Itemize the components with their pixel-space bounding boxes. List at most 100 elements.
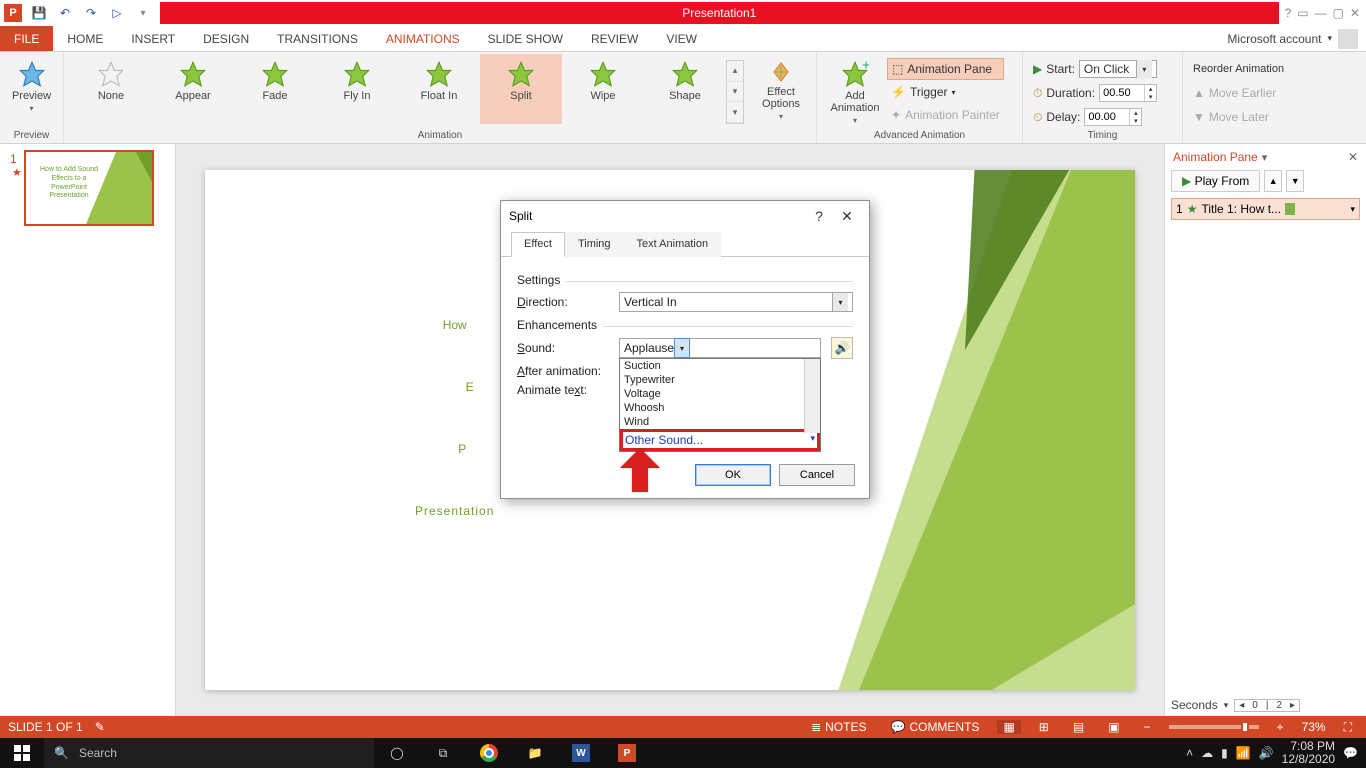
add-animation-button[interactable]: + Add Animation▾	[823, 54, 887, 125]
animation-pane-toggle[interactable]: ⬚Animation Pane	[887, 58, 1004, 80]
pin-icon[interactable]: ▾	[1258, 151, 1268, 164]
tab-home[interactable]: HOME	[53, 26, 117, 51]
tab-timing[interactable]: Timing	[565, 232, 624, 257]
powerpoint-icon[interactable]: P	[604, 744, 650, 762]
battery-icon[interactable]: ▮	[1221, 746, 1228, 760]
ok-button[interactable]: OK	[695, 464, 771, 486]
sound-option[interactable]: Whoosh	[620, 401, 820, 415]
tray-chevron-icon[interactable]: ˄	[1186, 746, 1193, 760]
task-view-icon[interactable]: ⧉	[420, 746, 466, 761]
tab-file[interactable]: FILE	[0, 26, 53, 51]
tab-slideshow[interactable]: SLIDE SHOW	[474, 26, 577, 51]
chrome-icon[interactable]	[466, 744, 512, 762]
taskbar-search[interactable]: 🔍Search	[44, 738, 374, 768]
help-icon[interactable]: ?	[805, 208, 833, 224]
star-icon: ★	[1187, 202, 1198, 216]
slideshow-start-icon[interactable]: ▷	[106, 3, 128, 23]
move-up-button[interactable]: ▲	[1264, 170, 1282, 192]
dialog-footer: OK Cancel	[501, 454, 869, 498]
reading-view-icon[interactable]: ▤	[1067, 720, 1090, 734]
gallery-scroll[interactable]: ▴▾▾	[726, 60, 744, 124]
sound-label: Sound:	[517, 341, 609, 355]
zoom-out-icon[interactable]: −	[1138, 720, 1157, 734]
preview-button[interactable]: Preview ▾	[6, 54, 57, 113]
play-from-button[interactable]: ▶ Play From	[1171, 170, 1260, 192]
qat-customize-icon[interactable]: ▾	[132, 3, 154, 23]
effect-none[interactable]: None	[70, 54, 152, 124]
tab-design[interactable]: DESIGN	[189, 26, 263, 51]
tab-transitions[interactable]: TRANSITIONS	[263, 26, 372, 51]
avatar	[1338, 29, 1358, 49]
effect-fade[interactable]: Fade	[234, 54, 316, 124]
sorter-view-icon[interactable]: ⊞	[1033, 720, 1055, 734]
dialog-titlebar[interactable]: Split ? ✕	[501, 201, 869, 231]
play-icon: ▶	[1033, 62, 1042, 76]
duration-spinner[interactable]: ▴▾	[1099, 84, 1157, 102]
effect-wipe[interactable]: Wipe	[562, 54, 644, 124]
tab-animations[interactable]: ANIMATIONS	[372, 26, 474, 51]
tab-text-animation[interactable]: Text Animation	[624, 232, 722, 257]
spellcheck-icon[interactable]: ✎	[95, 720, 105, 734]
timeline-pager[interactable]: ◂0|2▸	[1234, 699, 1300, 712]
sound-dropdown[interactable]: Applause▾	[619, 338, 821, 358]
start-button[interactable]	[0, 745, 44, 761]
onedrive-icon[interactable]: ☁	[1201, 746, 1213, 760]
effect-shape[interactable]: Shape	[644, 54, 726, 124]
undo-icon[interactable]: ↶	[54, 3, 76, 23]
redo-icon[interactable]: ↷	[80, 3, 102, 23]
effect-float-in[interactable]: Float In	[398, 54, 480, 124]
wifi-icon[interactable]: 📶	[1236, 746, 1251, 760]
notes-button[interactable]: ≣ NOTES	[805, 720, 872, 734]
effect-options-button[interactable]: Effect Options ▾	[752, 54, 810, 121]
tab-effect[interactable]: Effect	[511, 232, 565, 257]
effect-split[interactable]: Split	[480, 54, 562, 124]
ribbon: Preview ▾ Preview None Appear Fade Fly I…	[0, 52, 1366, 144]
sound-option[interactable]: Suction	[620, 359, 820, 373]
fit-to-window-icon[interactable]: ⛶	[1338, 720, 1358, 735]
trigger-menu[interactable]: ⚡Trigger ▾	[887, 81, 1004, 103]
effect-fly-in[interactable]: Fly In	[316, 54, 398, 124]
close-pane-icon[interactable]: ✕	[1342, 150, 1358, 164]
account-menu[interactable]: Microsoft account ▾	[1219, 26, 1366, 51]
cancel-button[interactable]: Cancel	[779, 464, 855, 486]
clock[interactable]: 7:08 PM12/8/2020	[1282, 740, 1335, 766]
help-icon[interactable]: ?	[1285, 6, 1292, 20]
action-center-icon[interactable]: 💬	[1343, 746, 1358, 760]
start-dropdown[interactable]: On Click▾	[1079, 60, 1157, 78]
explorer-icon[interactable]: 📁	[512, 746, 558, 760]
maximize-icon[interactable]: ▢	[1333, 6, 1344, 20]
zoom-percent[interactable]: 73%	[1302, 720, 1326, 734]
sound-option[interactable]: Wind	[620, 415, 820, 429]
search-icon: 🔍	[54, 746, 69, 760]
zoom-in-icon[interactable]: +	[1271, 720, 1290, 734]
normal-view-icon[interactable]: ▦	[997, 720, 1020, 734]
callout-arrow-icon	[620, 448, 660, 492]
tab-review[interactable]: REVIEW	[577, 26, 652, 51]
comments-button[interactable]: 💬 COMMENTS	[884, 720, 985, 734]
dialog-close-icon[interactable]: ✕	[833, 208, 861, 225]
slideshow-view-icon[interactable]: ▣	[1102, 720, 1125, 734]
zoom-slider[interactable]	[1169, 725, 1259, 729]
list-scrollbar[interactable]	[804, 359, 820, 433]
slide-thumbnail[interactable]: 1 ★ How to Add Sound Effects to a PowerP…	[24, 150, 154, 226]
animation-pane-header: Animation Pane ▾ ✕	[1165, 144, 1366, 166]
direction-dropdown[interactable]: Vertical In▾	[619, 292, 853, 312]
effect-appear[interactable]: Appear	[152, 54, 234, 124]
ribbon-options-icon[interactable]: ▭	[1297, 6, 1308, 20]
chevron-down-icon[interactable]: ▾	[1350, 204, 1355, 215]
volume-icon[interactable]: 🔊	[1259, 746, 1274, 760]
tab-view[interactable]: VIEW	[652, 26, 711, 51]
delay-spinner[interactable]: ▴▾	[1084, 108, 1142, 126]
sound-option[interactable]: Voltage	[620, 387, 820, 401]
cortana-icon[interactable]: ◯	[374, 746, 420, 760]
minimize-icon[interactable]: —	[1315, 6, 1327, 20]
sound-option[interactable]: Typewriter	[620, 373, 820, 387]
animation-list-item[interactable]: 1 ★ Title 1: How t... ▾	[1171, 198, 1360, 220]
duration-row: ⏱Duration: ▴▾	[1029, 82, 1161, 104]
speaker-icon[interactable]: 🔊	[831, 337, 853, 359]
close-icon[interactable]: ✕	[1350, 6, 1360, 20]
tab-insert[interactable]: INSERT	[117, 26, 189, 51]
move-down-button[interactable]: ▼	[1286, 170, 1304, 192]
save-icon[interactable]: 💾	[28, 3, 50, 23]
word-icon[interactable]: W	[558, 744, 604, 762]
